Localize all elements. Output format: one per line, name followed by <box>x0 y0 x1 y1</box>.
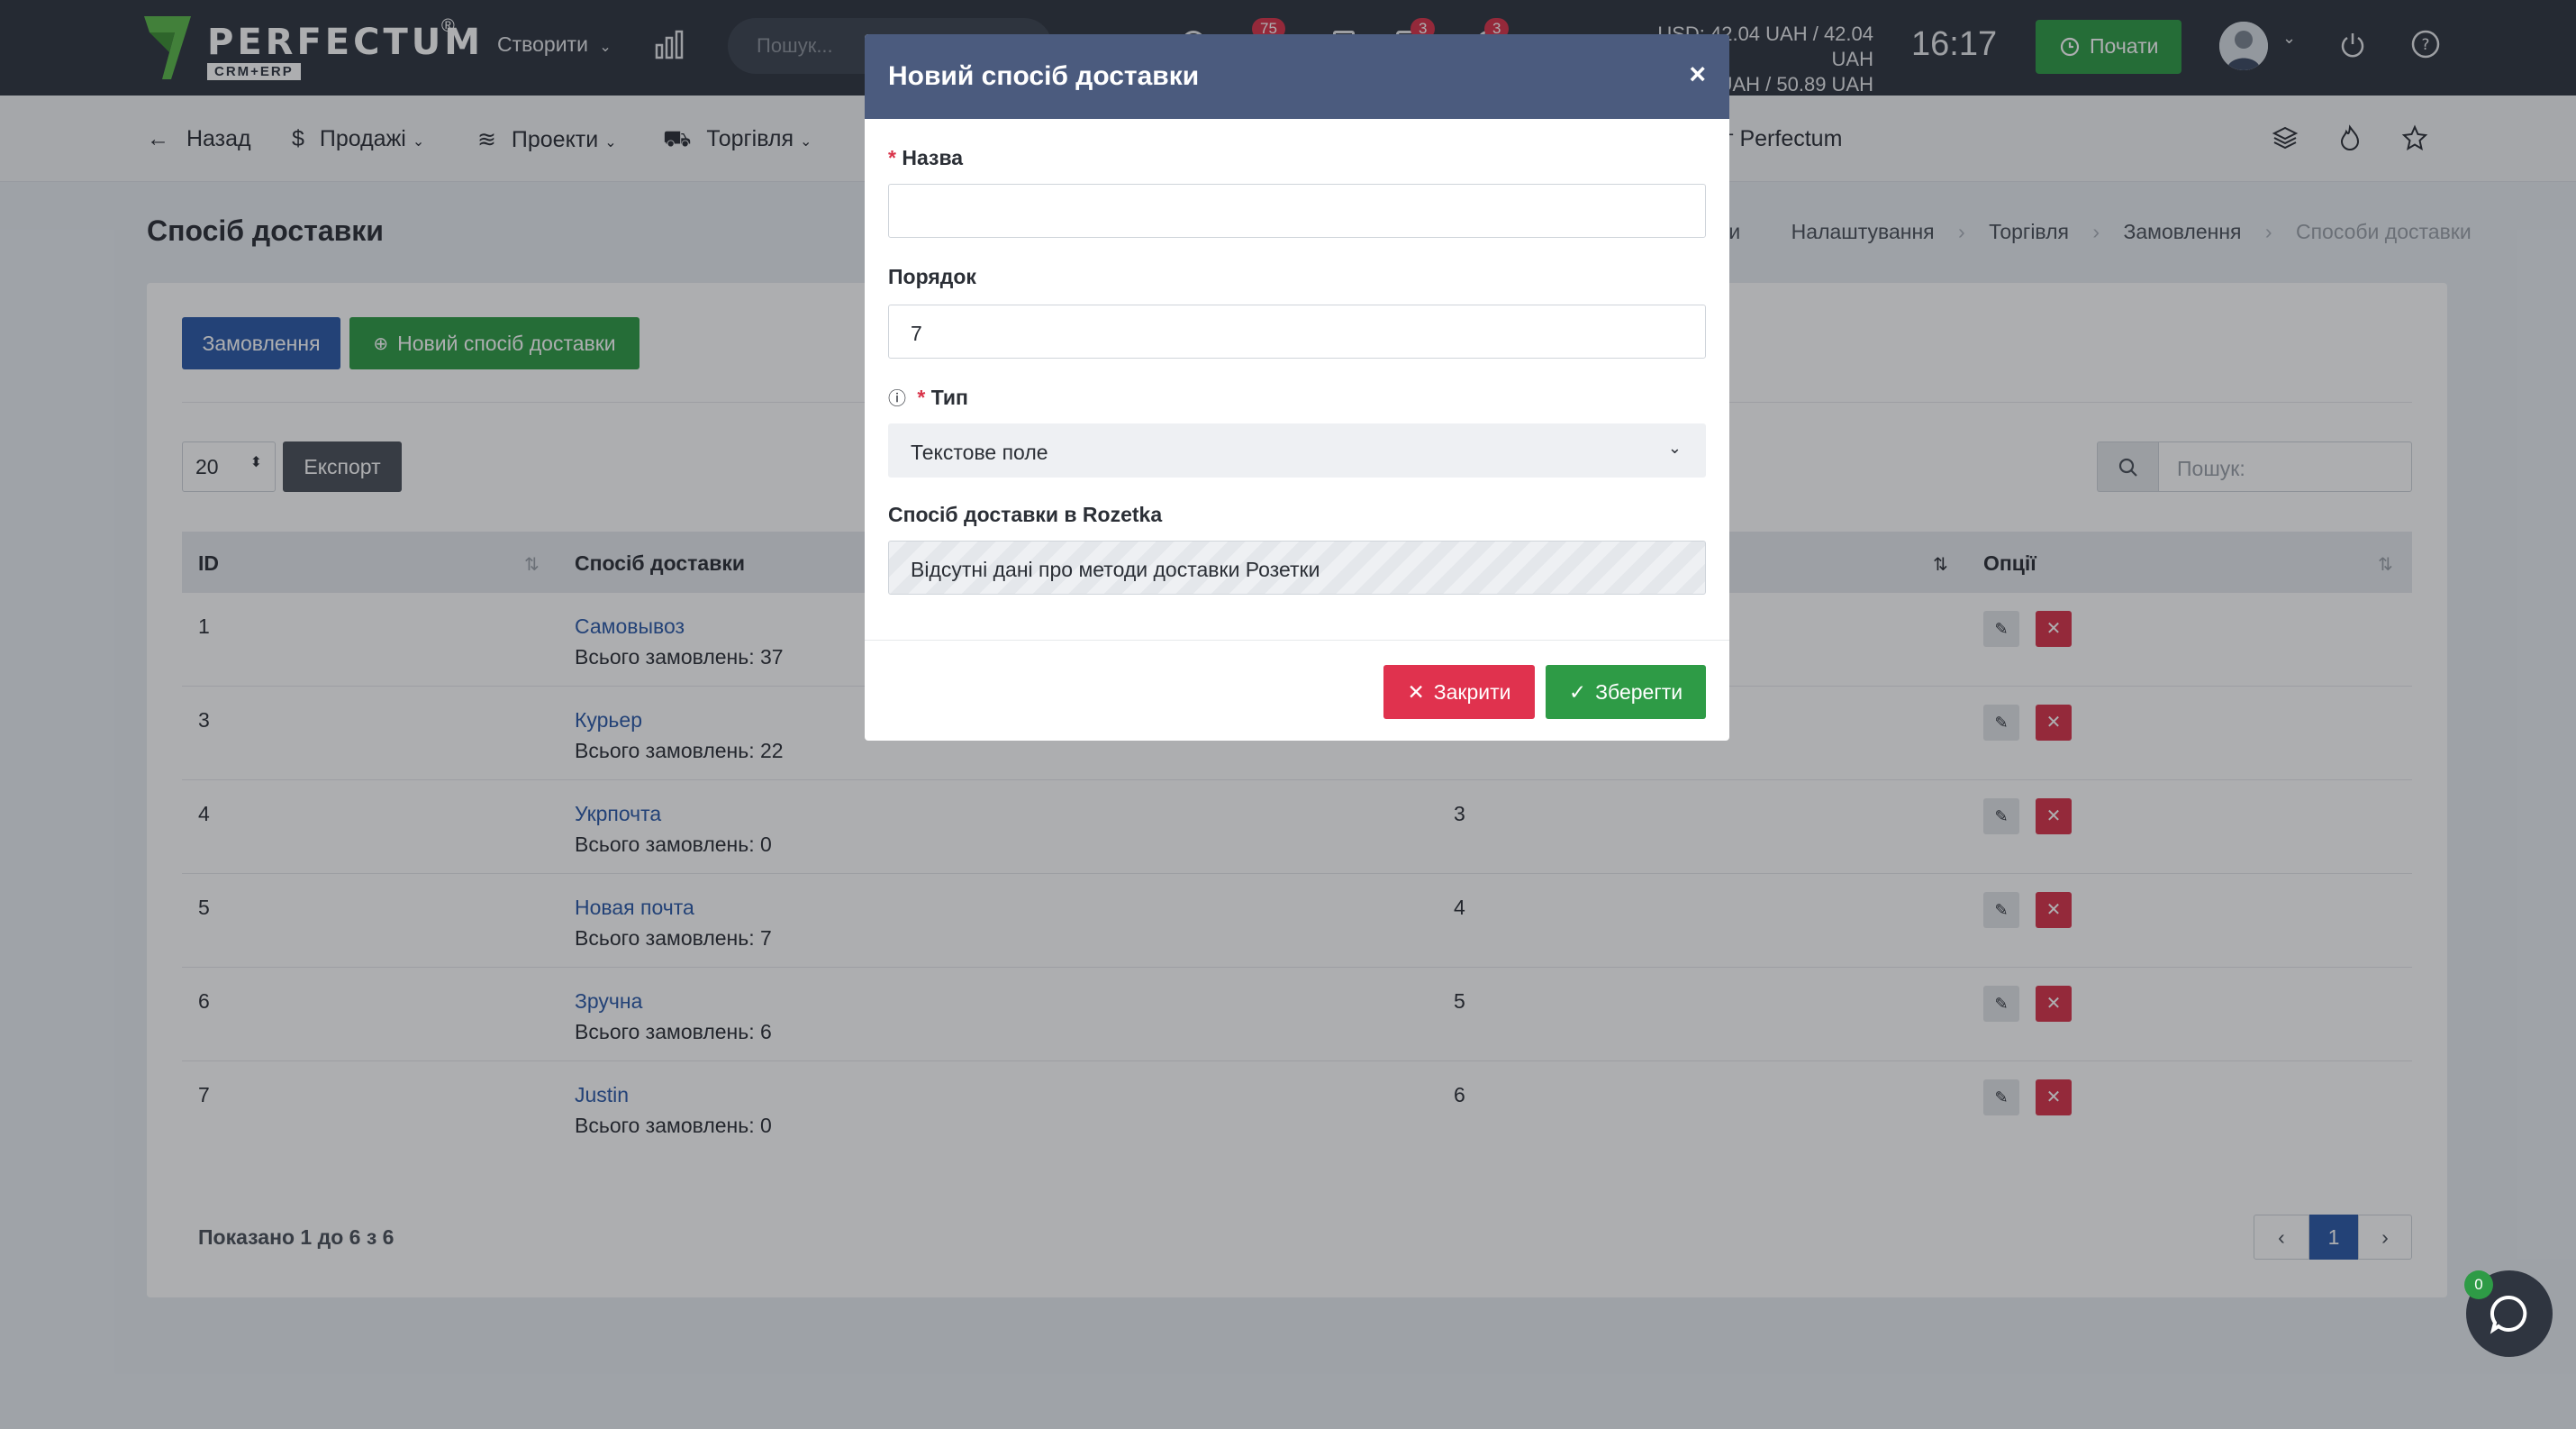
new-delivery-method-dialog: Новий спосіб доставки × * Назва Порядок … <box>865 34 1729 741</box>
dialog-header: Новий спосіб доставки × <box>865 34 1729 119</box>
order-label: Порядок <box>888 265 976 288</box>
chevron-down-icon: ⌄ <box>1667 439 1682 457</box>
rozetka-select: Відсутні дані про методи доставки Розетк… <box>888 541 1706 595</box>
dialog-divider <box>865 640 1729 641</box>
help-circle-icon[interactable]: ⓘ <box>888 389 906 409</box>
save-button[interactable]: ✓ Зберегти <box>1546 665 1706 719</box>
required-mark: * <box>888 146 896 169</box>
type-label: ⓘ * Тип <box>888 384 968 410</box>
order-input[interactable]: 7 <box>888 305 1706 359</box>
close-button[interactable]: ✕ Закрити <box>1383 665 1535 719</box>
type-select-value: Текстове поле <box>911 441 1048 464</box>
chat-badge: 0 <box>2464 1270 2493 1299</box>
close-button-label: Закрити <box>1433 679 1511 704</box>
close-icon[interactable]: × <box>1689 58 1706 91</box>
rozetka-label: Спосіб доставки в Rozetka <box>888 503 1163 526</box>
save-button-label: Зберегти <box>1595 679 1683 704</box>
required-mark: * <box>917 386 926 409</box>
dialog-title: Новий спосіб доставки <box>888 61 1200 91</box>
type-select[interactable]: Текстове поле ⌄ <box>888 423 1706 478</box>
type-label-text: Тип <box>930 386 968 409</box>
check-icon: ✓ <box>1568 679 1587 704</box>
name-label-text: Назва <box>902 146 964 169</box>
name-label: * Назва <box>888 146 963 170</box>
name-input[interactable] <box>888 184 1706 238</box>
close-icon: ✕ <box>1407 679 1425 704</box>
